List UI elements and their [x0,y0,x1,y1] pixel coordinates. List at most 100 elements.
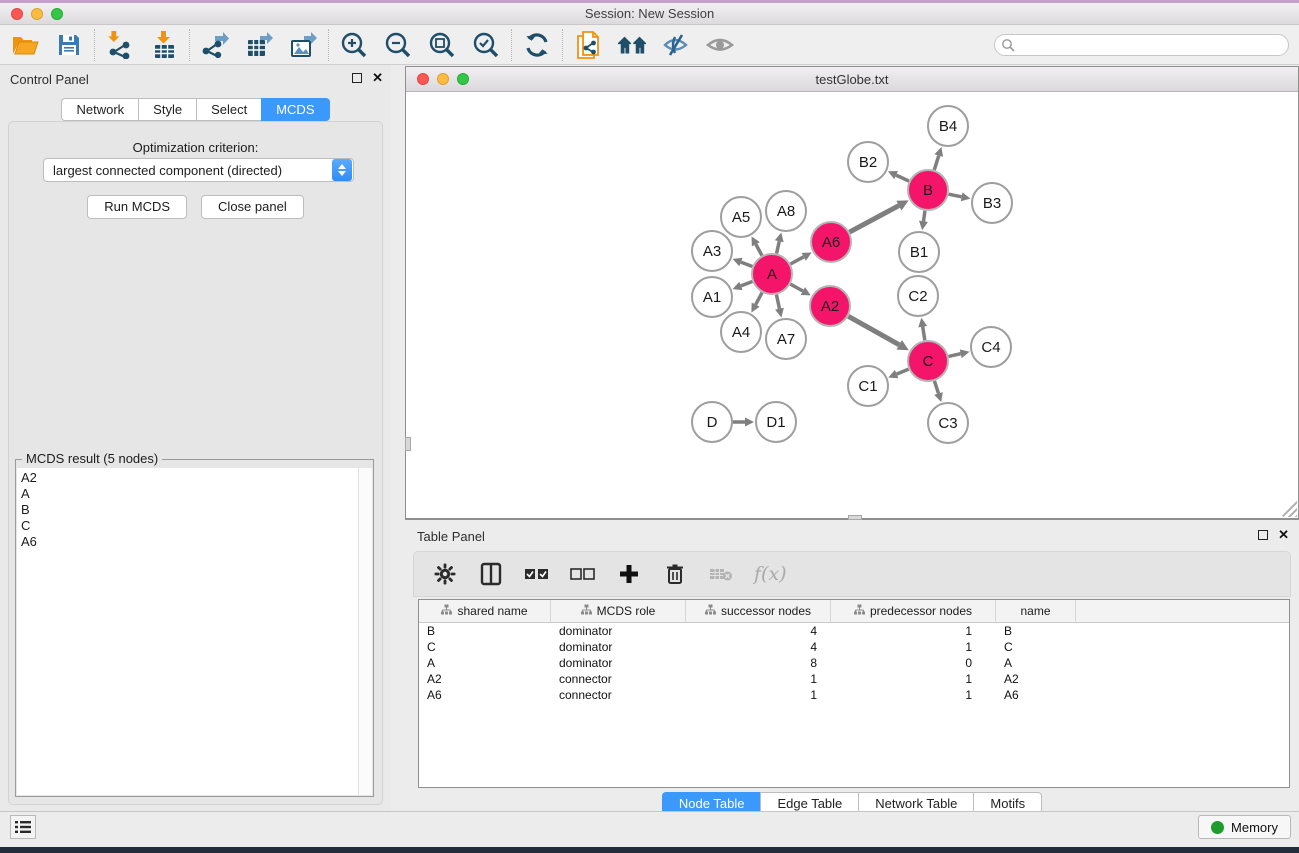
edge-C-C2[interactable] [923,327,925,341]
table-cell[interactable]: A6 [996,687,1076,703]
column-visibility-icon[interactable] [478,561,504,587]
table-cell[interactable]: A6 [419,687,551,703]
edge-B-B3[interactable] [949,194,962,197]
select-all-icon[interactable] [524,561,550,587]
mcds-result-list[interactable]: A2ABCA6 [17,468,358,795]
table-cell[interactable]: 4 [686,639,831,655]
optimization-criterion-dropdown[interactable]: largest connected component (directed) [43,158,354,182]
table-cell[interactable]: A2 [996,671,1076,687]
table-cell[interactable]: 8 [686,655,831,671]
hide-selected-button[interactable] [661,30,691,60]
table-cell[interactable]: C [996,639,1076,655]
table-cell[interactable]: dominator [551,639,686,655]
result-list-item[interactable]: A [21,486,358,502]
table-cell[interactable]: 1 [831,639,996,655]
zoom-fit-button[interactable] [427,30,457,60]
result-list-item[interactable]: B [21,502,358,518]
column-header-MCDS-role[interactable]: MCDS role [551,600,686,622]
result-list-item[interactable]: A2 [21,470,358,486]
tab-style[interactable]: Style [138,98,196,121]
dropdown-stepper-icon[interactable] [332,159,352,181]
task-history-button[interactable] [10,815,36,839]
show-all-button[interactable] [705,30,735,60]
tab-network[interactable]: Network [61,98,138,121]
left-splitter-handle[interactable] [405,437,411,451]
add-column-icon[interactable] [616,561,642,587]
column-header-successor-nodes[interactable]: successor nodes [686,600,831,622]
edge-A-A2[interactable] [790,284,802,291]
close-panel-icon[interactable]: ✕ [372,73,383,83]
table-cell[interactable]: connector [551,671,686,687]
delete-column-icon[interactable] [662,561,688,587]
table-cell[interactable]: 1 [831,687,996,703]
table-cell[interactable]: B [419,623,551,639]
table-row[interactable]: Adominator80A [419,655,1289,671]
edge-A-A4[interactable] [756,293,762,305]
table-row[interactable]: Cdominator41C [419,639,1289,655]
edge-A-A3[interactable] [741,262,752,266]
edge-A-A1[interactable] [741,282,752,286]
edge-A-A6[interactable] [790,257,803,264]
edge-B-B2[interactable] [896,175,909,181]
float-panel-icon[interactable] [352,73,362,83]
column-header-predecessor-nodes[interactable]: predecessor nodes [831,600,996,622]
import-network-button[interactable] [105,30,135,60]
zoom-out-button[interactable] [383,30,413,60]
settings-gear-icon[interactable] [432,561,458,587]
edge-A2-C[interactable] [848,316,899,345]
apply-layout-button[interactable] [522,30,552,60]
result-list-scrollbar[interactable] [358,468,372,795]
first-neighbors-button[interactable] [617,30,647,60]
edge-C-C4[interactable] [948,354,960,357]
network-canvas[interactable]: B4B2BB3A5A8A6A3B1AC2A1A2A4A7C4CC1C3DD1 [406,93,1298,518]
edge-B-B1[interactable] [923,211,925,222]
edge-A-A8[interactable] [777,241,780,253]
network-window-title-bar[interactable]: testGlobe.txt [406,67,1298,92]
save-session-button[interactable] [54,30,84,60]
zoom-selected-button[interactable] [471,30,501,60]
table-row[interactable]: A2connector11A2 [419,671,1289,687]
memory-button[interactable]: Memory [1198,815,1291,839]
table-cell[interactable]: 1 [831,671,996,687]
bottom-splitter-handle[interactable] [848,515,862,520]
column-header-shared-name[interactable]: shared name [419,600,551,622]
table-cell[interactable]: connector [551,687,686,703]
tab-mcds[interactable]: MCDS [261,98,329,121]
float-table-panel-icon[interactable] [1258,530,1268,540]
zoom-in-button[interactable] [339,30,369,60]
table-cell[interactable]: C [419,639,551,655]
export-table-button[interactable] [244,30,274,60]
tab-select[interactable]: Select [196,98,261,121]
run-mcds-button[interactable]: Run MCDS [87,195,187,219]
table-cell[interactable]: A [996,655,1076,671]
table-cell[interactable]: B [996,623,1076,639]
column-header-name[interactable]: name [996,600,1076,622]
resize-grip-icon[interactable] [1281,501,1297,517]
table-cell[interactable]: 1 [686,671,831,687]
edge-A-A7[interactable] [776,295,779,309]
export-image-button[interactable] [288,30,318,60]
edge-C-C1[interactable] [897,369,909,374]
result-list-item[interactable]: C [21,518,358,534]
open-file-button[interactable] [10,30,40,60]
close-panel-button[interactable]: Close panel [201,195,304,219]
table-cell[interactable]: dominator [551,655,686,671]
close-table-panel-icon[interactable]: ✕ [1278,530,1289,540]
edge-B-B4[interactable] [934,156,938,170]
table-cell[interactable]: A2 [419,671,551,687]
table-row[interactable]: A6connector11A6 [419,687,1289,703]
edge-C-C3[interactable] [934,381,938,394]
main-title-bar[interactable]: Session: New Session [0,3,1299,25]
edge-A6-B[interactable] [850,206,899,232]
table-row[interactable]: Bdominator41B [419,623,1289,639]
deselect-all-icon[interactable] [570,561,596,587]
export-network-button[interactable] [200,30,230,60]
new-network-from-file-button[interactable] [573,30,603,60]
table-cell[interactable]: 0 [831,655,996,671]
edge-A-A5[interactable] [756,244,762,255]
import-table-button[interactable] [149,30,179,60]
table-cell[interactable]: A [419,655,551,671]
result-list-item[interactable]: A6 [21,534,358,550]
table-cell[interactable]: 1 [831,623,996,639]
table-cell[interactable]: 4 [686,623,831,639]
